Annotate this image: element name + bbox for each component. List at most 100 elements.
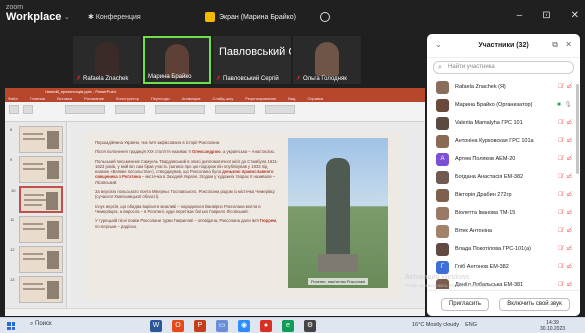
windows-taskbar: ⌕ Поиск W O P ▭ ◉ ● e ⚙ 16°C Mostly clou… (0, 317, 585, 333)
file-explorer-icon[interactable]: ▭ (216, 320, 228, 332)
participants-header: ⌄ Участники (32) ⧉ ✕ (427, 34, 580, 58)
avatar (436, 81, 449, 94)
taskbar-search[interactable]: ⌕ Поиск (30, 321, 52, 328)
ppt-title-bar: Чинний_презентація.pptx - PowerPoint (5, 88, 425, 96)
mic-camera-muted-icons: 🎙̸ ▭̸ (558, 138, 573, 144)
font-box-icon (65, 105, 105, 114)
settings-icon[interactable]: ⚙ (304, 320, 316, 332)
mic-camera-muted-icons: 🎙̸ ▭̸ (558, 210, 573, 216)
video-tile[interactable]: ✗ Ольга Голодняк (293, 36, 361, 84)
zoom-icon[interactable]: ◉ (238, 320, 250, 332)
new-slide-icon (23, 105, 33, 114)
avatar (436, 225, 449, 238)
edge-icon[interactable]: e (282, 320, 294, 332)
slide-thumbnail: 13 (10, 276, 63, 303)
slide-thumbnail-pane: 8 9 10 11 12 13 (5, 122, 67, 308)
maximize-button[interactable]: ⊡ (542, 10, 550, 21)
windows-start-icon[interactable] (7, 322, 15, 330)
mic-muted-icon: ✗ (296, 76, 302, 82)
powerpoint-icon[interactable]: P (194, 320, 206, 332)
shared-screen: Чинний_презентація.pptx - PowerPoint Фай… (5, 88, 425, 316)
participant-row[interactable]: Rafaela Znachek (Я) 🎙̸ ▭̸ (427, 79, 577, 97)
brand-top: zoom (6, 4, 24, 11)
slide-paragraph: Польський письменник Самуель Твардовськи… (95, 158, 279, 185)
share-screen-icon (205, 12, 215, 22)
ppt-ribbon (5, 102, 425, 122)
slide-paragraph: У турецькій пісні поміж Роксолани турки … (95, 218, 278, 229)
avatar-letter: А (436, 153, 449, 166)
video-name: Марина Брайко (148, 74, 192, 80)
video-tile[interactable]: ✗ Rafaela Znachek (73, 36, 141, 84)
word-icon[interactable]: W (150, 320, 162, 332)
avatar (436, 189, 449, 202)
mic-camera-muted-icons: 🎙̸ ▭̸ (558, 192, 573, 198)
participant-row[interactable]: Влада Покотілова ГРС-101(а) 🎙̸ ▭̸ (427, 241, 577, 259)
close-button[interactable]: ✕ (571, 10, 579, 21)
participant-video (315, 42, 339, 76)
close-icon[interactable]: ✕ (565, 40, 572, 49)
mic-camera-muted-icons: 🎙̸ ▭̸ (558, 264, 573, 270)
conference-label: Конференция (95, 14, 141, 21)
participant-search-input[interactable]: ⌕ Найти участника (433, 61, 574, 74)
paragraph-icon (115, 105, 145, 114)
video-placeholder-name: Павловський С... (219, 46, 291, 58)
video-name: ✗ Ольга Голодняк (296, 76, 347, 82)
avatar (436, 135, 449, 148)
participant-video (165, 44, 189, 78)
invite-button[interactable]: Пригласить (441, 298, 489, 311)
participant-list-scrollbar[interactable] (576, 84, 579, 174)
slide-thumbnail: 12 (10, 246, 63, 273)
slide-paragraph: Після полонення традиція XIX століття на… (95, 149, 275, 155)
participant-row[interactable]: Віолетта Іванова ТМ-15 🎙̸ ▭̸ (427, 205, 577, 223)
video-name: ✗ Павловський Сергій (216, 76, 279, 82)
slide-thumbnail: 8 (10, 126, 63, 153)
participant-row[interactable]: Вітек Антоніна 🎙̸ ▭̸ (427, 223, 577, 241)
participant-row[interactable]: Антоніна Курковская ГРС 101а 🎙̸ ▭̸ (427, 133, 577, 151)
brand-name: Workplace (6, 11, 62, 23)
slide-thumbnail-selected: 10 (11, 186, 63, 213)
conference-menu[interactable]: ✱ Конференция (88, 13, 141, 21)
video-name: ✗ Rafaela Znachek (76, 76, 129, 82)
mic-camera-muted-icons: 🎙̸ ▭̸ (558, 120, 573, 126)
photo-caption: Рогатин, пам'ятник Роксолані (308, 278, 369, 285)
taskbar-apps: W O P ▭ ◉ ● e ⚙ (150, 320, 316, 332)
view-options-icon[interactable] (320, 12, 330, 22)
video-tile[interactable]: Павловський С... ✗Павловський Сергій (213, 36, 291, 84)
zoom-logo: zoom Workplace (6, 4, 61, 23)
unmute-button[interactable]: Включить свой звук (499, 298, 570, 311)
video-tile-active-speaker[interactable]: Марина Брайко (143, 36, 211, 84)
participant-row[interactable]: Valeriia Mamalyha ГРС 101 🎙̸ ▭̸ (427, 115, 577, 133)
search-icon: ⌕ (438, 64, 442, 71)
mic-camera-muted-icons: 🎙̸ ▭̸ (558, 156, 573, 162)
mic-camera-icons: ■ 🎙 (557, 102, 573, 108)
search-placeholder: Найти участника (448, 64, 495, 70)
weather-widget[interactable]: 16°C Mostly cloudy (412, 322, 459, 328)
editing-icon (215, 105, 255, 114)
chrome-icon[interactable]: ● (260, 320, 272, 332)
pop-out-icon[interactable]: ⧉ (552, 40, 558, 50)
minimize-button[interactable]: – (517, 10, 523, 21)
taskbar-clock[interactable]: 14:39 30.10.2023 (540, 320, 565, 332)
language-indicator[interactable]: ENG (465, 322, 477, 328)
slide-thumbnail: 9 (10, 156, 63, 183)
zoom-top-bar: zoom Workplace ⌄ ✱ Конференция Экран (Ма… (0, 0, 585, 34)
system-tray: 16°C Mostly cloudy ENG (412, 322, 477, 328)
participant-row[interactable]: А Артем Поляков АЕМ-20 🎙̸ ▭̸ (427, 151, 577, 169)
participant-video (95, 42, 119, 76)
mic-muted-icon: ✗ (76, 76, 82, 82)
current-slide: Першадівчина України, чиє ім'я зафіксова… (85, 132, 401, 300)
chevron-down-icon[interactable]: ⌄ (64, 13, 70, 21)
participant-row[interactable]: Марина Брайко (Организатор) ■ 🎙 (427, 97, 577, 115)
shared-screen-indicator[interactable]: Экран (Марина Брайко) (205, 12, 330, 22)
avatar (436, 243, 449, 256)
office-icon[interactable]: O (172, 320, 184, 332)
participant-row[interactable]: Вікторія Драбин 272гр 🎙̸ ▭̸ (427, 187, 577, 205)
participants-footer: Пригласить Включить свой звук (427, 290, 580, 316)
slide-paragraph: Першадівчина України, чиє ім'я зафіксова… (95, 140, 221, 145)
mic-camera-muted-icons: 🎙̸ ▭̸ (558, 84, 573, 90)
participant-row[interactable]: Богдана Анастасія ЕМ-382 🎙̸ ▭̸ (427, 169, 577, 187)
statue-figure (326, 158, 350, 266)
ppt-status-bar (5, 308, 425, 316)
window-controls: – ⊡ ✕ (517, 10, 579, 21)
mic-camera-muted-icons: 🎙̸ ▭̸ (558, 246, 573, 252)
